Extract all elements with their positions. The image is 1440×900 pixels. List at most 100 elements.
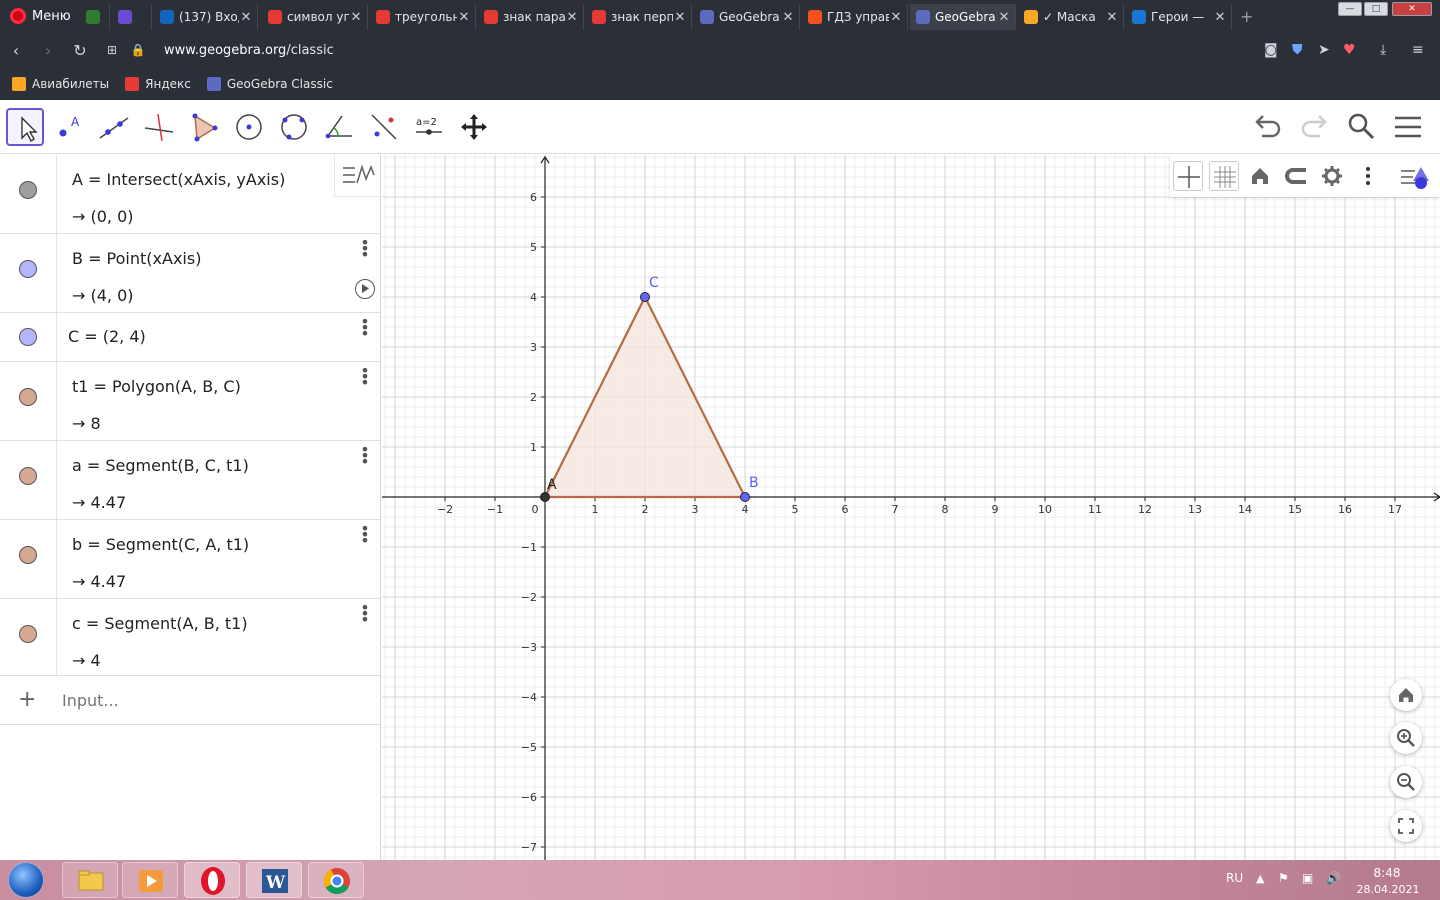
chrome-taskbar-icon[interactable] (308, 862, 364, 898)
home-view-button[interactable] (1390, 679, 1422, 711)
browser-tab[interactable]: знак пара ✕ (478, 4, 584, 30)
browser-tab[interactable]: Герои — ✕ (1126, 4, 1232, 30)
volume-icon[interactable]: 🔊 (1326, 871, 1341, 885)
browser-tab[interactable]: (137) Вход✕ (154, 4, 258, 30)
browser-tab[interactable]: GeoGebra ✕ (910, 4, 1016, 30)
bookmark-item[interactable]: Яндекс (125, 77, 191, 91)
move-view-tool-button[interactable] (455, 108, 493, 146)
toggle-style-bar-icon[interactable] (1395, 161, 1435, 191)
visibility-toggle-icon[interactable] (19, 625, 37, 643)
browser-tab[interactable] (80, 4, 110, 30)
search-icon[interactable] (1345, 110, 1377, 146)
animation-play-icon[interactable] (355, 279, 375, 299)
item-menu-icon[interactable]: • • • (360, 442, 370, 470)
point-b[interactable] (740, 492, 750, 502)
visibility-marker[interactable] (0, 362, 57, 440)
main-menu-icon[interactable] (1392, 110, 1424, 146)
visibility-toggle-icon[interactable] (19, 467, 37, 485)
algebra-input[interactable] (62, 686, 362, 714)
easy-setup-icon[interactable]: ≡ (1412, 42, 1424, 58)
algebra-definition[interactable]: B = Point(xAxis) (72, 249, 201, 268)
bookmark-item[interactable]: GeoGebra Classic (206, 77, 333, 91)
browser-tab[interactable]: треугольн ✕ (370, 4, 476, 30)
minimize-button[interactable]: — (1338, 2, 1362, 16)
item-menu-icon[interactable]: • • • (360, 235, 370, 263)
browser-tab[interactable]: символ уг ✕ (262, 4, 368, 30)
close-tab-icon[interactable]: ✕ (889, 10, 903, 25)
polygon-tool-button[interactable] (185, 108, 223, 146)
angle-tool-button[interactable] (320, 108, 358, 146)
browser-tab[interactable]: ГДЗ управ ✕ (802, 4, 908, 30)
slider-tool-button[interactable]: a=2 (410, 108, 448, 146)
forward-icon[interactable]: › (32, 41, 64, 60)
algebra-item[interactable]: C = (2, 4) • • • (0, 313, 380, 362)
item-menu-icon[interactable]: • • • (360, 363, 370, 391)
point-tool-button[interactable]: A (50, 108, 88, 146)
algebra-definition[interactable]: a = Segment(B, C, t1) (72, 456, 249, 475)
heart-icon[interactable]: ♥ (1343, 42, 1356, 58)
standard-view-icon[interactable] (1245, 161, 1275, 191)
speed-dial-icon[interactable]: ⊞ (96, 43, 128, 57)
algebra-definition[interactable]: b = Segment(C, A, t1) (72, 535, 249, 554)
point-c[interactable] (640, 292, 650, 302)
media-player-taskbar-icon[interactable] (122, 862, 178, 898)
maximize-button[interactable]: □ (1364, 2, 1388, 16)
close-tab-icon[interactable]: ✕ (781, 10, 795, 25)
close-tab-icon[interactable]: ✕ (565, 10, 579, 25)
algebra-definition[interactable]: c = Segment(A, B, t1) (72, 614, 248, 633)
algebra-item[interactable]: b = Segment(C, A, t1) → 4.47 • • • (0, 520, 380, 599)
opera-taskbar-icon[interactable] (184, 862, 240, 898)
close-tab-icon[interactable]: ✕ (349, 10, 363, 25)
redo-icon[interactable] (1298, 110, 1330, 146)
item-menu-icon[interactable]: • • • (360, 521, 370, 549)
network-icon[interactable]: ▣ (1302, 871, 1313, 885)
point-capturing-icon[interactable] (1281, 161, 1311, 191)
graphics-canvas[interactable]: −2 −1 0 1 2 3 4 5 6 7 8 9 10 11 12 13 14 15 16 17654321−1−2… (382, 155, 1440, 860)
perpendicular-tool-button[interactable] (140, 108, 178, 146)
algebra-definition[interactable]: t1 = Polygon(A, B, C) (72, 377, 241, 396)
tray-expand-icon[interactable]: ▲ (1256, 872, 1264, 885)
point-a[interactable] (540, 492, 550, 502)
graphics-view[interactable]: −2 −1 0 1 2 3 4 5 6 7 8 9 10 11 12 13 14 15 16 17 6 5 4 3 2 1 −1 −2… (382, 155, 1440, 860)
line-tool-button[interactable] (95, 108, 133, 146)
visibility-marker[interactable] (0, 520, 57, 598)
show-grid-button[interactable] (1209, 161, 1239, 191)
language-indicator[interactable]: RU (1226, 871, 1243, 885)
reflect-tool-button[interactable] (365, 108, 403, 146)
new-tab-icon[interactable]: + (1240, 7, 1253, 26)
browser-tab[interactable]: знак перп ✕ (586, 4, 692, 30)
show-axes-button[interactable] (1173, 161, 1203, 191)
close-tab-icon[interactable]: ✕ (997, 10, 1011, 25)
circle-three-points-tool-button[interactable] (275, 108, 313, 146)
item-menu-icon[interactable]: • • • (360, 314, 370, 342)
more-options-icon[interactable] (1353, 161, 1383, 191)
fullscreen-button[interactable] (1390, 810, 1422, 842)
algebra-item[interactable]: t1 = Polygon(A, B, C) → 8 • • • (0, 362, 380, 441)
visibility-marker[interactable] (0, 155, 57, 233)
zoom-out-button[interactable] (1390, 766, 1422, 798)
browser-tab[interactable]: ✓ Маска ✕ (1018, 4, 1124, 30)
close-tab-icon[interactable]: ✕ (239, 10, 253, 25)
vpn-shield-icon[interactable]: ⛊ (1292, 42, 1303, 58)
start-button[interactable] (8, 862, 44, 898)
visibility-toggle-icon[interactable] (19, 181, 37, 199)
bookmark-item[interactable]: Авиабилеты (12, 77, 109, 91)
algebra-definition[interactable]: A = Intersect(xAxis, yAxis) (72, 170, 285, 189)
camera-icon[interactable]: ◙ (1264, 42, 1278, 58)
settings-gear-icon[interactable] (1317, 161, 1347, 191)
visibility-toggle-icon[interactable] (19, 328, 37, 346)
close-window-button[interactable]: ✕ (1392, 2, 1432, 16)
undo-icon[interactable] (1252, 110, 1284, 146)
move-tool-button[interactable] (6, 108, 44, 146)
visibility-marker[interactable] (0, 234, 57, 312)
circle-tool-button[interactable] (230, 108, 268, 146)
close-tab-icon[interactable]: ✕ (1105, 10, 1119, 25)
algebra-item[interactable]: B = Point(xAxis) → (4, 0) • • • (0, 234, 380, 313)
close-tab-icon[interactable]: ✕ (1213, 10, 1227, 25)
clock-time[interactable]: 8:48 (1362, 866, 1412, 880)
url-field[interactable]: www.geogebra.org/classic (164, 43, 334, 58)
visibility-toggle-icon[interactable] (19, 260, 37, 278)
visibility-marker[interactable] (0, 441, 57, 519)
action-center-flag-icon[interactable]: ⚑ (1278, 871, 1289, 885)
zoom-in-button[interactable] (1390, 722, 1422, 754)
